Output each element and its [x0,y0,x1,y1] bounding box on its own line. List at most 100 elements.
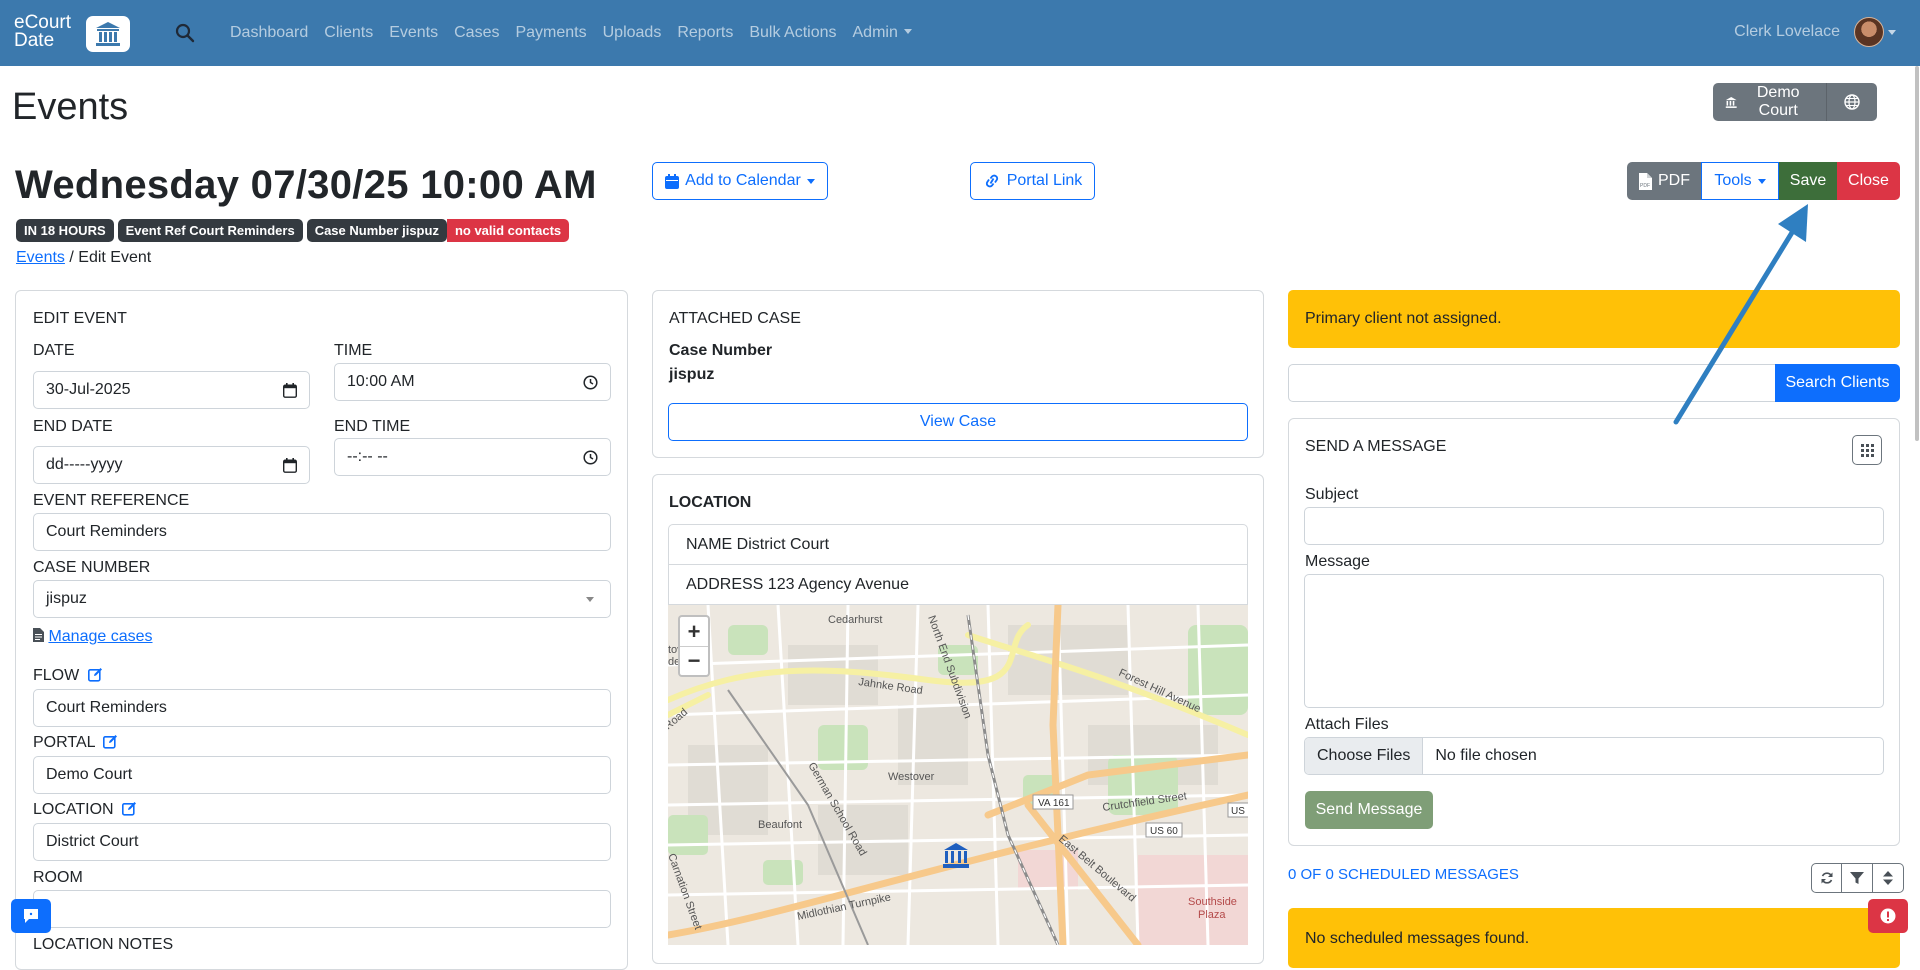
message-label: Message [1305,553,1370,570]
scheduled-messages-link[interactable]: 0 OF 0 SCHEDULED MESSAGES [1288,866,1519,883]
date-input[interactable]: 30-Jul-2025 [33,371,310,409]
flow-input[interactable]: Court Reminders [33,689,611,727]
subject-input[interactable] [1304,507,1884,545]
event-datetime-heading: Wednesday 07/30/25 10:00 AM [15,163,597,207]
event-reference-input[interactable]: Court Reminders [33,513,611,551]
chevron-down-icon [1757,178,1766,184]
zoom-in-button[interactable]: + [680,617,708,646]
page-scrollbar[interactable] [1914,66,1920,945]
attached-case-number: jispuz [669,366,715,383]
edit-icon[interactable] [103,734,118,749]
search-clients-input[interactable] [1288,364,1776,402]
portal-input[interactable]: Demo Court [33,756,611,794]
case-number-heading: Case Number [669,342,773,359]
chat-icon [24,909,38,923]
nav-dashboard[interactable]: Dashboard [222,22,316,44]
event-ref-badge: Event Ref Court Reminders [117,219,303,242]
error-alert-button[interactable] [1868,899,1908,933]
location-map[interactable]: Cedarhurst Jahnke Road Forest Hill Avenu… [668,605,1248,945]
breadcrumb: Events / Edit Event [16,249,151,267]
edit-icon[interactable] [87,667,103,682]
location-name-row: NAME District Court [668,524,1248,565]
view-case-button[interactable]: View Case [668,403,1248,441]
calendar-icon [283,382,297,398]
save-button[interactable]: Save [1779,162,1837,200]
clock-icon [583,374,598,390]
location-input[interactable]: District Court [33,823,611,861]
pdf-button[interactable]: PDF PDF [1627,162,1701,200]
page-title: Events [12,86,129,128]
add-to-calendar-dropdown[interactable]: Add to Calendar [652,162,828,200]
manage-cases-link[interactable]: Manage cases [48,628,152,645]
tools-dropdown[interactable]: Tools [1701,162,1779,200]
filter-icon [1850,872,1864,884]
time-input[interactable]: 10:00 AM [334,363,611,401]
subject-label: Subject [1305,486,1359,503]
scrollbar-thumb[interactable] [1915,66,1919,441]
flow-label: FLOW [33,667,80,684]
file-icon [33,628,44,642]
globe-button[interactable] [1826,83,1877,121]
templates-grid-button[interactable] [1852,435,1882,465]
globe-icon [1844,94,1860,110]
nav-events[interactable]: Events [381,22,446,44]
edit-event-title: EDIT EVENT [33,310,127,327]
search-icon[interactable] [175,23,195,43]
portal-link-label: Portal Link [1006,172,1083,189]
send-message-button[interactable]: Send Message [1305,791,1433,829]
brand-logo[interactable]: eCourt Date [14,13,130,52]
user-menu[interactable]: Clerk Lovelace [1734,17,1896,47]
feedback-chat-button[interactable] [11,899,51,933]
demo-court-button[interactable]: Demo Court [1713,83,1826,121]
nav-admin-dropdown[interactable]: Admin [845,22,920,44]
nav-payments[interactable]: Payments [507,22,594,44]
map-label-beaufont: Beaufont [758,819,802,831]
location-label: LOCATION [33,801,114,818]
chevron-down-icon [586,596,594,602]
no-scheduled-alert: No scheduled messages found. [1288,908,1900,968]
edit-icon[interactable] [122,801,137,816]
map-shield-us: US [1231,806,1245,817]
end-time-input[interactable]: --:-- -- [334,438,611,476]
attach-files-label: Attach Files [1305,716,1389,733]
attach-files-input[interactable]: Choose Files No file chosen [1304,737,1884,775]
time-label: TIME [334,342,373,359]
room-label: ROOM [33,869,83,886]
courthouse-icon [86,16,130,52]
contacts-status-badge: no valid contacts [446,219,570,242]
avatar [1854,17,1884,47]
nav-bulk-actions[interactable]: Bulk Actions [741,22,844,44]
end-date-label: END DATE [33,418,113,435]
breadcrumb-events-link[interactable]: Events [16,249,65,266]
choose-files-button[interactable]: Choose Files [1305,738,1424,774]
send-message-title: SEND A MESSAGE [1305,438,1447,455]
end-time-label: END TIME [334,418,411,435]
room-input[interactable] [33,890,611,928]
portal-value: Demo Court [46,766,133,783]
nav-clients[interactable]: Clients [316,22,381,44]
sort-button[interactable] [1873,863,1904,893]
end-date-input[interactable]: dd-----yyyy [33,446,310,484]
breadcrumb-current: Edit Event [78,249,152,266]
search-clients-button[interactable]: Search Clients [1775,364,1900,402]
refresh-button[interactable] [1811,863,1842,893]
close-button[interactable]: Close [1837,162,1900,200]
grid-icon [1860,443,1874,457]
location-address-row: ADDRESS 123 Agency Avenue [668,564,1248,605]
end-time-value: --:-- -- [347,448,388,465]
case-number-badge: Case Number jispuz [306,219,447,242]
message-textarea[interactable] [1304,574,1884,708]
time-until-badge: IN 18 HOURS [16,219,114,242]
link-icon [985,174,998,188]
top-navbar: eCourt Date Dashboard Clients Events Cas… [0,0,1920,66]
portal-link-button[interactable]: Portal Link [970,162,1095,200]
zoom-out-button[interactable]: − [680,646,708,675]
portal-label-row: PORTAL [33,734,118,752]
nav-uploads[interactable]: Uploads [595,22,670,44]
nav-admin-label: Admin [852,24,898,41]
nav-cases[interactable]: Cases [446,22,507,44]
case-number-select[interactable]: jispuz [33,580,611,618]
filter-button[interactable] [1842,863,1873,893]
event-reference-label: EVENT REFERENCE [33,492,190,509]
nav-reports[interactable]: Reports [669,22,741,44]
